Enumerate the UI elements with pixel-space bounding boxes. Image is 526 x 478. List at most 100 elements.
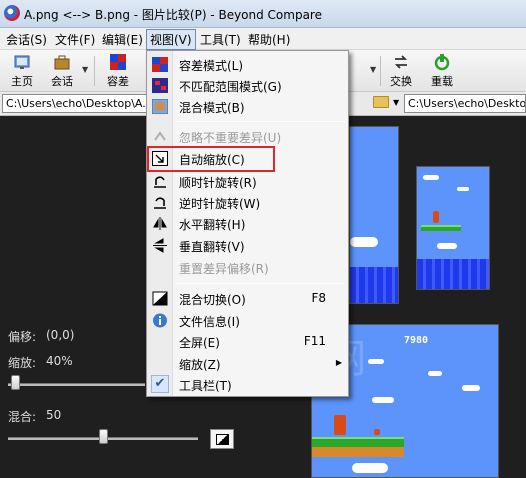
left-path-input[interactable]: C:\Users\echo\Desktop\A.: [2, 94, 147, 113]
zoom-slider-thumb[interactable]: [10, 375, 20, 390]
water: [417, 259, 489, 289]
offset-value: (0,0): [46, 328, 75, 342]
menu-item-label: 工具栏(T): [179, 379, 232, 393]
submenu-arrow-icon: ▶: [335, 358, 342, 367]
tolerance-mode-icon: [152, 57, 168, 72]
hero-sprite: [433, 211, 439, 223]
offset-label: 偏移:: [8, 330, 37, 344]
reload-button[interactable]: 重载: [422, 53, 462, 89]
menu-separator: [175, 283, 345, 284]
menu-item-label: 容差模式(L): [179, 59, 244, 73]
blend-toggle-button[interactable]: [210, 429, 234, 449]
zoom-slider[interactable]: [8, 383, 145, 386]
view-menu-dropdown: 容差模式(L) 不匹配范围模式(G) 混合模式(B) 忽略不重要差异(U) 自动…: [146, 50, 349, 397]
swap-button[interactable]: 交换: [381, 53, 421, 89]
cloud: [428, 371, 442, 376]
auto-zoom-highlight-box: [147, 146, 275, 172]
menu-item-shortcut: F11: [303, 334, 326, 348]
menu-item-flip-horizontal[interactable]: 水平翻转(H): [147, 213, 348, 234]
menu-item-mismatch-range[interactable]: 不匹配范围模式(G): [147, 75, 348, 96]
session-dropdown-icon[interactable]: ▼: [82, 65, 88, 74]
home-button[interactable]: 主页: [2, 53, 42, 89]
hero-sprite: [334, 415, 346, 435]
menu-item-label: 不匹配范围模式(G): [179, 80, 282, 94]
menu-view[interactable]: 视图(V): [146, 29, 196, 50]
cloud: [352, 463, 388, 473]
menu-tools[interactable]: 工具(T): [200, 31, 241, 48]
rotate-counterclockwise-icon: [154, 197, 166, 209]
tolerance-label: 容差: [107, 75, 129, 88]
menu-item-label: 水平翻转(H): [179, 218, 246, 232]
island: [312, 437, 404, 447]
menu-item-reset-diff-offset: 重置差异偏移(R): [147, 257, 348, 278]
tolerance-button[interactable]: 容差: [98, 53, 138, 89]
beyond-compare-app-icon: [4, 5, 20, 21]
menu-item-file-info[interactable]: 文件信息(I): [147, 310, 348, 331]
cloud: [423, 175, 439, 180]
rotate-clockwise-icon: [154, 176, 166, 188]
session-label: 会话: [51, 75, 73, 88]
blend-slider-thumb[interactable]: [99, 429, 108, 444]
tolerance-icon: [110, 54, 126, 70]
path-dropdown-icon[interactable]: ▼: [393, 98, 399, 107]
blend-toggle-icon: [216, 434, 229, 445]
menu-file[interactable]: 文件(F): [55, 31, 95, 48]
reload-label: 重载: [431, 75, 453, 88]
menu-item-label: 缩放(Z): [179, 358, 221, 372]
home-label: 主页: [11, 75, 33, 88]
home-icon: [14, 55, 30, 69]
cloud: [457, 187, 469, 191]
mismatch-range-icon: [152, 78, 168, 93]
menu-item-label: 混合切换(O): [179, 293, 246, 307]
session-button[interactable]: 会话: [42, 53, 82, 89]
right-image-pane[interactable]: [416, 166, 490, 290]
menu-item-rotate-clockwise[interactable]: 顺时针旋转(R): [147, 171, 348, 192]
cloud: [462, 385, 480, 391]
info-icon: [153, 313, 167, 328]
blend-label: 混合:: [8, 410, 37, 424]
menu-item-toolbar[interactable]: ✔ 工具栏(T): [147, 374, 348, 395]
menu-item-flip-vertical[interactable]: 垂直翻转(V): [147, 235, 348, 256]
zoom-label: 缩放:: [8, 356, 37, 370]
swap-icon: [394, 55, 408, 69]
menu-help[interactable]: 帮助(H): [248, 31, 290, 48]
menu-item-label: 逆时针旋转(W): [179, 197, 261, 211]
blend-toggle-icon: [152, 291, 168, 306]
toolbar-separator: [94, 56, 95, 86]
folder-open-icon[interactable]: [373, 96, 389, 108]
cloud: [372, 397, 394, 403]
enemy-sprite: [374, 429, 380, 435]
cloud: [437, 243, 457, 249]
check-icon: ✔: [151, 375, 169, 393]
menu-item-ignore-unimportant: 忽略不重要差异(U): [147, 126, 348, 147]
island: [421, 225, 461, 231]
title-bar: A.png <--> B.png - 图片比较(P) - Beyond Comp…: [0, 0, 526, 28]
menu-item-tolerance-mode[interactable]: 容差模式(L): [147, 54, 348, 75]
blend-value: 50: [46, 408, 62, 422]
menu-item-fullscreen[interactable]: 全屏(E) F11: [147, 331, 348, 352]
right-path-input[interactable]: C:\Users\echo\Deskto: [404, 94, 526, 113]
menu-item-rotate-counterclockwise[interactable]: 逆时针旋转(W): [147, 192, 348, 213]
menu-edit[interactable]: 编辑(E): [102, 31, 143, 48]
menu-item-label: 垂直翻转(V): [179, 240, 245, 254]
menu-item-blend-mode[interactable]: 混合模式(B): [147, 96, 348, 117]
left-image-pane[interactable]: [349, 126, 399, 304]
menu-item-label: 重置差异偏移(R): [179, 262, 269, 276]
menu-item-label: 顺时针旋转(R): [179, 176, 257, 190]
menu-bar: 会话(S) 文件(F) 编辑(E) 视图(V) 工具(T) 帮助(H): [0, 28, 526, 50]
menu-item-label: 混合模式(B): [179, 101, 245, 115]
ground: [312, 447, 404, 457]
menu-separator: [175, 121, 345, 122]
reload-icon: [434, 54, 450, 71]
menu-item-label: 忽略不重要差异(U): [179, 131, 282, 145]
menu-item-zoom[interactable]: 缩放(Z) ▶: [147, 353, 348, 374]
ignore-unimportant-icon: [154, 131, 166, 141]
more-dropdown-icon[interactable]: ▼: [370, 65, 376, 74]
swap-label: 交换: [390, 75, 412, 88]
menu-item-shortcut: F8: [311, 291, 326, 305]
menu-item-label: 全屏(E): [179, 336, 220, 350]
flip-vertical-icon: [153, 238, 167, 253]
menu-session[interactable]: 会话(S): [6, 31, 47, 48]
water: [350, 267, 398, 303]
menu-item-blend-toggle[interactable]: 混合切换(O) F8: [147, 288, 348, 309]
